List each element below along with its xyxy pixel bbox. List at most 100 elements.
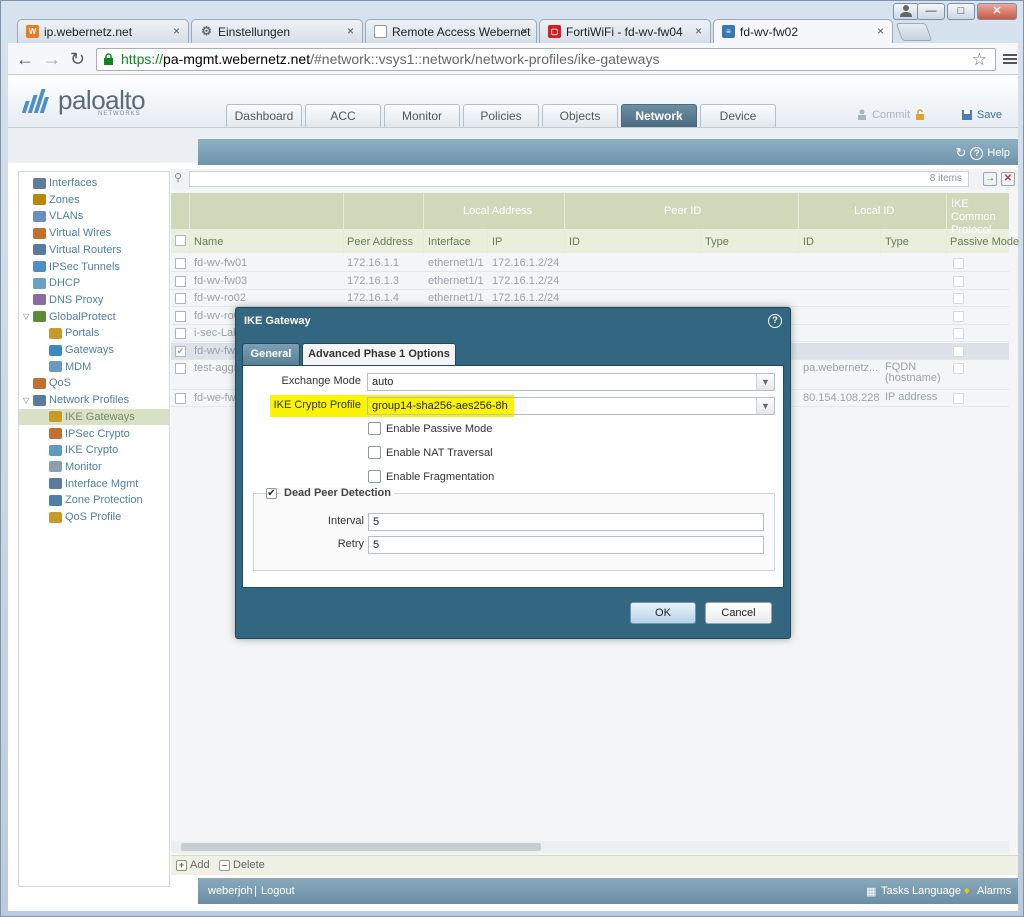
minimize-button[interactable]: —	[917, 3, 945, 20]
filter-input[interactable]: 8 items	[189, 171, 969, 187]
col-peer-id[interactable]: ID	[569, 236, 580, 248]
horizontal-scrollbar[interactable]	[171, 841, 1009, 853]
reload-icon[interactable]: ↻	[70, 49, 85, 69]
sidebar-item-ike-gateways[interactable]: IKE Gateways	[19, 408, 169, 425]
browser-tab[interactable]: ⚙ Einstellungen ×	[191, 19, 363, 43]
dpd-checkbox[interactable]: ✔	[266, 488, 277, 499]
row-checkbox[interactable]	[175, 293, 186, 304]
sidebar-item-ike-crypto[interactable]: IKE Crypto	[19, 442, 118, 458]
tab-policies[interactable]: Policies	[463, 104, 539, 127]
browser-tab-active[interactable]: ≡ fd-wv-fw02 ×	[713, 19, 893, 43]
tasks-link[interactable]: Tasks	[881, 885, 909, 897]
chevron-down-icon[interactable]: ▼	[756, 398, 774, 414]
save-button[interactable]: Save	[961, 109, 1002, 121]
passive-mode-checkbox[interactable]	[953, 328, 964, 339]
language-link[interactable]: Language	[912, 885, 961, 897]
table-row[interactable]: fd-wv-fw03 172.16.1.3 ethernet1/1 172.16.1.…	[171, 273, 1009, 290]
passive-mode-checkbox[interactable]	[953, 293, 964, 304]
browser-tab[interactable]: Remote Access Webernet ×	[365, 19, 537, 43]
sidebar-item-qos-profile[interactable]: QoS Profile	[19, 509, 121, 525]
row-checkbox[interactable]	[175, 275, 186, 287]
browser-tab[interactable]: W ip.webernetz.net ×	[17, 19, 189, 43]
sidebar-item-network-profiles[interactable]: ▽ Network Profiles	[19, 392, 129, 408]
row-checkbox[interactable]	[175, 310, 186, 322]
passive-mode-checkbox[interactable]	[953, 275, 964, 287]
sidebar-item-dhcp[interactable]: DHCP	[19, 275, 80, 291]
row-checkbox[interactable]	[175, 258, 186, 269]
help-button[interactable]: ↻ ? Help	[955, 145, 1010, 161]
commit-button[interactable]: Commit	[856, 109, 926, 121]
expand-toggle-icon[interactable]: ▽	[23, 396, 32, 405]
sidebar-item-gateways[interactable]: Gateways	[19, 342, 114, 358]
tab-dashboard[interactable]: Dashboard	[226, 104, 302, 127]
row-checkbox[interactable]: ✔	[175, 345, 186, 357]
tasks-icon[interactable]: ▦	[866, 885, 876, 898]
chevron-down-icon[interactable]: ▼	[756, 374, 774, 390]
sidebar-item-portals[interactable]: Portals	[19, 325, 99, 341]
exchange-mode-select[interactable]: auto ▼	[367, 373, 775, 391]
col-passive-mode[interactable]: Passive Mode	[950, 236, 1019, 248]
sidebar-item-monitor[interactable]: Monitor	[19, 459, 102, 475]
tab-close-icon[interactable]: ×	[695, 24, 702, 38]
col-peer-address[interactable]: Peer Address	[347, 236, 413, 248]
tab-advanced-phase1[interactable]: Advanced Phase 1 Options	[302, 343, 456, 365]
tab-monitor[interactable]: Monitor	[384, 104, 460, 127]
sidebar-item-virtual-wires[interactable]: Virtual Wires	[19, 225, 111, 241]
help-icon[interactable]: ?	[768, 314, 782, 328]
sidebar-item-ipsec-crypto[interactable]: IPSec Crypto	[19, 426, 130, 442]
select-all-checkbox[interactable]	[175, 235, 186, 246]
row-checkbox[interactable]	[175, 328, 186, 339]
ike-crypto-profile-select[interactable]: group14-sha256-aes256-8h ▼	[367, 397, 775, 415]
sidebar-item-dns-proxy[interactable]: DNS Proxy	[19, 292, 103, 308]
cancel-button[interactable]: Cancel	[705, 602, 772, 624]
forward-arrow-icon[interactable]: →	[43, 49, 61, 69]
retry-input[interactable]: 5	[368, 536, 764, 554]
fragmentation-checkbox[interactable]	[368, 470, 381, 483]
col-ip[interactable]: IP	[492, 236, 502, 248]
sidebar-item-interface-mgmt[interactable]: Interface Mgmt	[19, 476, 138, 492]
profile-button[interactable]	[893, 3, 919, 20]
passive-mode-checkbox[interactable]	[953, 345, 964, 357]
passive-mode-checkbox[interactable]	[368, 422, 381, 435]
passive-mode-checkbox[interactable]	[953, 393, 964, 404]
col-interface[interactable]: Interface	[428, 236, 471, 248]
maximize-button[interactable]: □	[947, 3, 975, 20]
sidebar-item-zones[interactable]: Zones	[19, 192, 80, 208]
back-arrow-icon[interactable]: ←	[16, 49, 34, 69]
tab-close-icon[interactable]: ×	[347, 24, 354, 38]
tab-close-icon[interactable]: ×	[877, 24, 884, 38]
sidebar-item-zone-protection[interactable]: Zone Protection	[19, 492, 143, 508]
col-local-type[interactable]: Type	[885, 236, 909, 248]
add-button[interactable]: + Add	[176, 859, 210, 871]
sidebar-item-mdm[interactable]: MDM	[19, 359, 91, 375]
apply-filter-icon[interactable]: →	[983, 172, 997, 186]
passive-mode-checkbox[interactable]	[953, 310, 964, 322]
tab-general[interactable]: General	[242, 343, 300, 365]
alarms-link[interactable]: Alarms	[977, 885, 1011, 897]
interval-input[interactable]: 5	[368, 513, 764, 531]
sidebar-item-ipsec-tunnels[interactable]: IPSec Tunnels	[19, 259, 120, 275]
sidebar-item-interfaces[interactable]: Interfaces	[19, 175, 97, 191]
tab-close-icon[interactable]: ×	[173, 24, 180, 38]
bookmark-star-icon[interactable]: ☆	[972, 49, 987, 70]
sidebar-item-globalprotect[interactable]: ▽ GlobalProtect	[19, 309, 116, 325]
row-checkbox[interactable]	[175, 393, 186, 404]
address-bar[interactable]: https://pa-mgmt.webernetz.net/#network::…	[96, 48, 1017, 71]
sidebar-item-virtual-routers[interactable]: Virtual Routers	[19, 242, 122, 258]
table-row[interactable]: fd-wv-ro02 172.16.1.4 ethernet1/1 172.16.1.…	[171, 290, 1009, 307]
tab-close-icon[interactable]: ×	[521, 24, 528, 38]
tab-network[interactable]: Network	[621, 104, 697, 127]
clear-filter-icon[interactable]: ✕	[1001, 172, 1015, 186]
menu-icon[interactable]	[1003, 52, 1017, 66]
logout-link[interactable]: Logout	[261, 885, 295, 897]
expand-toggle-icon[interactable]: ▽	[23, 312, 32, 321]
col-local-id[interactable]: ID	[803, 236, 814, 248]
close-window-button[interactable]: ✕	[977, 3, 1017, 20]
tab-objects[interactable]: Objects	[542, 104, 618, 127]
new-tab-button[interactable]	[895, 23, 933, 41]
passive-mode-checkbox[interactable]	[953, 363, 964, 374]
delete-button[interactable]: – Delete	[219, 859, 265, 871]
tab-device[interactable]: Device	[700, 104, 776, 127]
refresh-icon[interactable]: ↻	[955, 145, 966, 161]
passive-mode-checkbox[interactable]	[953, 258, 964, 269]
